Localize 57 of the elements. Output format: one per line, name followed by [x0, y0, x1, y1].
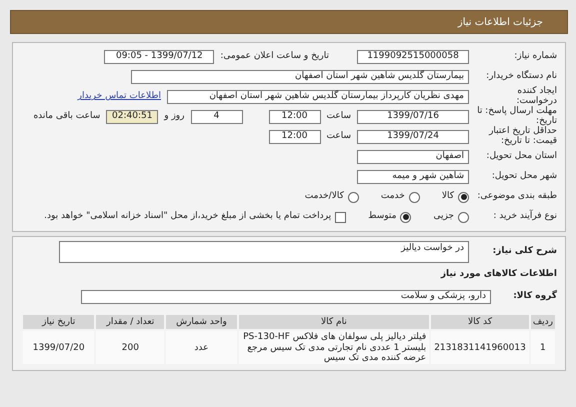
- field-label: شرح کلی نیاز:: [492, 247, 557, 257]
- text-field[interactable]: 12:00: [268, 130, 320, 144]
- radio-button[interactable]: [348, 192, 359, 202]
- option-label: جزیی: [433, 210, 454, 224]
- field-label: طبقه بندی موضوعی:: [476, 192, 557, 202]
- column-header: ردیف: [530, 314, 556, 330]
- column-header: تعداد / مقدار: [95, 314, 166, 330]
- field-label: حداقل تاریخ اعتبار قیمت: تا تاریخ:: [488, 127, 557, 147]
- text-field[interactable]: 4: [190, 110, 242, 124]
- text-field[interactable]: 1399/07/16: [357, 110, 469, 124]
- radio-button[interactable]: [458, 192, 469, 202]
- countdown-field[interactable]: 02:40:51: [106, 110, 158, 124]
- field-label: نام دستگاه خریدار:: [485, 72, 557, 82]
- option-label: متوسط: [368, 210, 396, 224]
- page-title: جزئیات اطلاعات نیاز: [458, 16, 543, 30]
- table-cell: 1: [530, 330, 556, 366]
- table-cell: 1399/07/20: [22, 330, 96, 366]
- table-cell: فیلتر دیالیز پلی سولفان های فلاکس PS-130-HF بلیستر 1 عددی نام تجارتی مدی تک سیس مرجع عرضه کننده مدی تک سیس: [238, 330, 430, 366]
- field-label: نوع فرآیند خرید :: [492, 212, 557, 222]
- field-label: شماره نیاز:: [513, 52, 557, 62]
- table-cell: 2131831141960013: [430, 330, 530, 366]
- option-label: خدمت: [380, 190, 405, 204]
- section-title: اطلاعات کالاهای مورد نیاز: [440, 268, 557, 282]
- table-cell: 200: [95, 330, 166, 366]
- checkbox[interactable]: [335, 212, 346, 222]
- column-header: کد کالا: [430, 314, 530, 330]
- option-label: کالا: [442, 190, 454, 204]
- field-label: مهلت ارسال پاسخ: تا تاریخ:: [476, 107, 557, 126]
- text-field[interactable]: 12:00: [268, 110, 320, 124]
- radio-button[interactable]: [408, 192, 420, 202]
- contact-link[interactable]: اطلاعات تماس خریدار: [78, 90, 161, 104]
- text-field[interactable]: مهدی نظریان کارپرداز بیمارستان گلدیس شاهین شهر استان اصفهان: [167, 90, 469, 104]
- column-header: تاریخ نیاز: [22, 314, 96, 330]
- description-field[interactable]: در خواست دیالیز: [59, 241, 469, 263]
- text-field[interactable]: اصفهان: [357, 150, 469, 164]
- text-field[interactable]: 1399/07/12 - 09:05: [104, 50, 214, 64]
- field-label: استان محل تحویل:: [485, 152, 557, 162]
- radio-button[interactable]: [458, 212, 469, 222]
- field-label: ساعت: [326, 110, 351, 124]
- field-label: ایجاد کننده درخواست:: [516, 87, 557, 106]
- table-cell: عدد: [165, 330, 238, 366]
- column-header: نام کالا: [238, 314, 430, 330]
- field-label: شهر محل تحویل:: [490, 172, 557, 182]
- field-label: گروه کالا:: [512, 292, 557, 302]
- field-label: ساعت باقی مانده: [33, 110, 100, 124]
- text-field[interactable]: بیمارستان گلدیس شاهین شهر استان اصفهان: [131, 70, 469, 84]
- field-label: تاریخ و ساعت اعلان عمومی:: [220, 50, 329, 64]
- text-field[interactable]: 1399/07/24: [357, 130, 469, 144]
- checkbox-label: پرداخت تمام یا بخشی از مبلغ خرید،از محل "اسناد خزانه اسلامی" خواهد بود.: [44, 210, 332, 224]
- text-field[interactable]: شاهین شهر و میمه: [357, 170, 469, 184]
- option-label: کالا/خدمت: [304, 190, 344, 204]
- field-label: روز و: [164, 110, 184, 124]
- radio-button[interactable]: [400, 212, 412, 222]
- text-field[interactable]: 1199092515000058: [357, 50, 469, 64]
- column-header: واحد شمارش: [165, 314, 238, 330]
- text-field[interactable]: دارو، پزشکی و سلامت: [81, 290, 491, 304]
- field-label: ساعت: [326, 130, 351, 144]
